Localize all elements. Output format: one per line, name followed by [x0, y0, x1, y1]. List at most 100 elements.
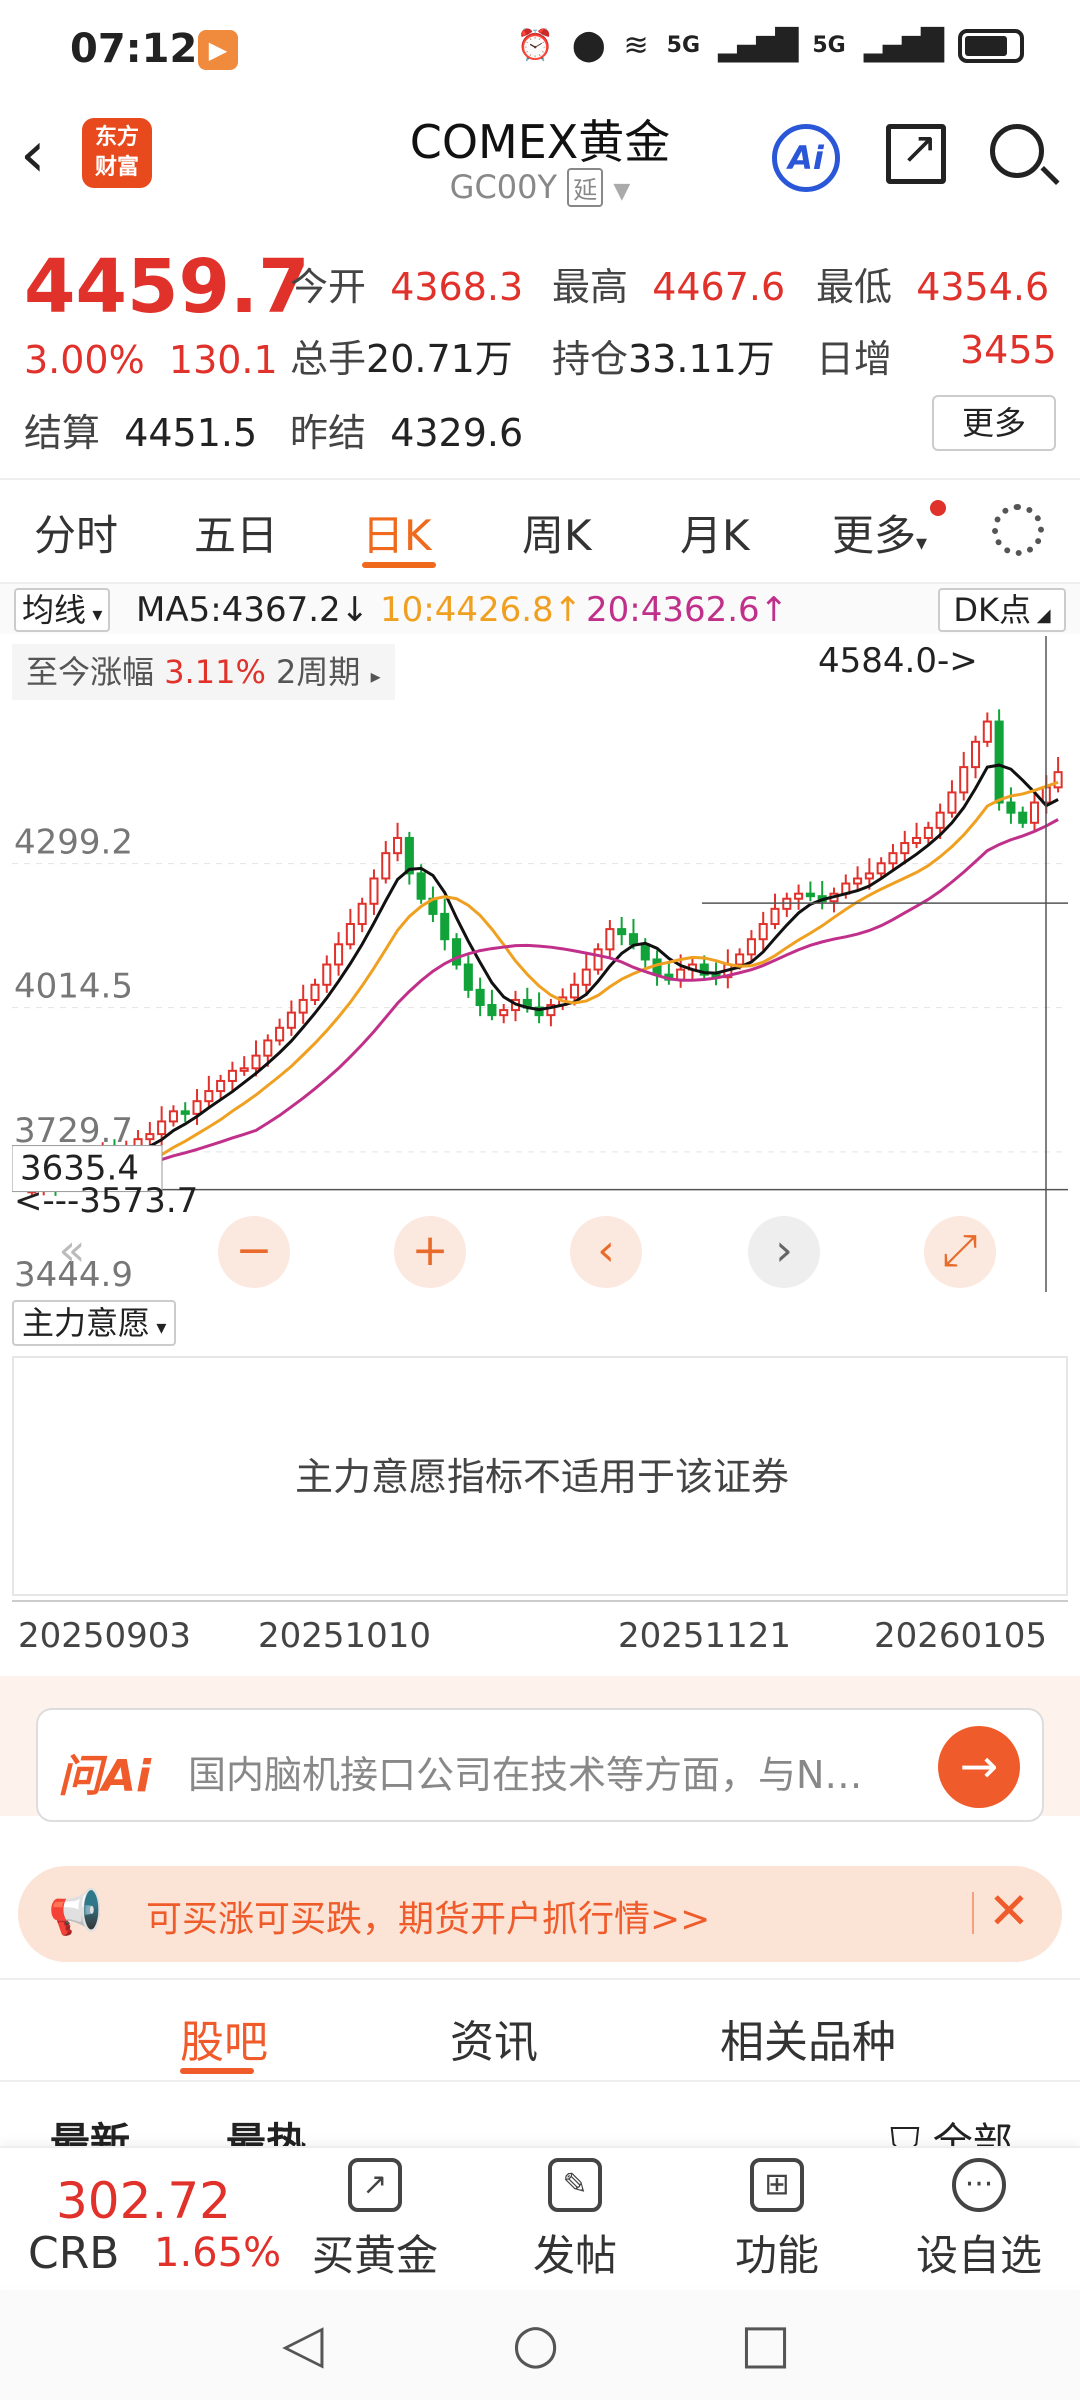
candle-body — [251, 1054, 261, 1070]
zoom-in-button[interactable]: + — [394, 1216, 466, 1288]
candle-body — [451, 938, 462, 966]
quote-low: 最低 4354.6 — [816, 265, 1050, 309]
nav-back-icon[interactable]: ◁ — [282, 2312, 324, 2375]
candle-body — [180, 1110, 190, 1115]
alarm-icon: ⏰ — [516, 28, 554, 63]
candle-body — [345, 923, 355, 946]
range-change-box[interactable]: 至今涨幅 3.11% 2周期 ▸ — [12, 644, 395, 700]
indicator-selector[interactable]: 主力意愿 ▾ — [12, 1300, 177, 1346]
sort-hot[interactable]: 最热 — [226, 2110, 306, 2146]
candle-body — [275, 1026, 285, 1042]
indicator-panel: 主力意愿指标不适用于该证券 — [12, 1356, 1068, 1596]
scroll-left-button[interactable]: ‹ — [570, 1216, 642, 1288]
delay-tag: 延 — [567, 168, 604, 207]
y-tick-label: 4299.2 — [14, 823, 133, 863]
candle-body — [617, 928, 627, 936]
candle-body — [982, 720, 992, 743]
candle-body — [168, 1110, 178, 1123]
ask-ai-input[interactable]: 问Ai 国内脑机接口公司在技术等方面，与N… → — [36, 1708, 1044, 1822]
active-tab-indicator — [362, 562, 436, 568]
min-price-label: <---3573.7 — [14, 1181, 198, 1221]
candle-body — [994, 720, 1004, 804]
candle-body — [853, 877, 863, 885]
tab-related[interactable]: 相关品种 — [720, 2006, 896, 2070]
search-icon[interactable] — [990, 124, 1044, 178]
chart-period-tabs: 分时 五日 日K 周K 月K 更多▾ — [0, 478, 1080, 578]
community-tabs: 股吧 资讯 相关品种 — [0, 1978, 1080, 2082]
candle-body — [569, 983, 580, 999]
system-navigation: ◁ ○ □ — [0, 2290, 1080, 2400]
candle-body — [298, 998, 308, 1014]
nav-home-icon[interactable]: ○ — [512, 2312, 559, 2375]
tab-weekly-k[interactable]: 周K — [522, 502, 592, 563]
watchlist-button[interactable]: ··· 设自选 — [904, 2158, 1054, 2283]
megaphone-icon: 📢 — [48, 1887, 103, 1938]
app-header: ‹ 东方 财富 COMEX黄金 GC00Y 延 ▼ Ai — [0, 96, 1080, 226]
signal-bars-icon: ▂▄▆█ — [863, 28, 944, 63]
candle-body — [746, 938, 756, 956]
functions-button[interactable]: ⊞ 功能 — [702, 2158, 852, 2283]
candle-body — [145, 1133, 155, 1141]
close-icon[interactable]: ✕ — [988, 1882, 1030, 1940]
gear-icon[interactable] — [992, 504, 1044, 556]
candlestick-chart[interactable]: 4299.24014.53729.73444.93635.44584.0-><-… — [12, 636, 1068, 1292]
post-button[interactable]: ✎ 发帖 — [500, 2158, 650, 2283]
candle-body — [864, 872, 874, 880]
location-icon: ⬤ — [571, 28, 606, 63]
candle-body — [1018, 811, 1028, 824]
candle-body — [970, 740, 981, 769]
5g-signal-icon: 5G — [666, 33, 701, 58]
grid-icon: ⊞ — [750, 2158, 804, 2212]
nav-recent-icon[interactable]: □ — [740, 2312, 791, 2375]
max-price-label: 4584.0-> — [818, 641, 978, 681]
tab-news[interactable]: 资讯 — [450, 2006, 538, 2070]
buy-gold-button[interactable]: ↗ 买黄金 — [300, 2158, 450, 2283]
dk-point-button[interactable]: DK点 ◢ — [938, 588, 1066, 632]
share-icon[interactable] — [886, 123, 946, 184]
candle-body — [216, 1079, 226, 1093]
candle-body — [935, 811, 945, 829]
tab-five-day[interactable]: 五日 — [194, 502, 278, 563]
quote-prev-settle: 昨结 4329.6 — [290, 411, 524, 455]
crb-value[interactable]: 302.72 — [56, 2172, 231, 2230]
date-label: 20251010 — [258, 1616, 432, 1656]
ma-selector[interactable]: 均线 ▾ — [14, 588, 111, 632]
candle-body — [334, 943, 344, 966]
more-quote-button[interactable]: 更多 — [932, 395, 1056, 451]
ask-ai-section: 问Ai 国内脑机接口公司在技术等方面，与N… → — [0, 1676, 1080, 1822]
indicator-message: 主力意愿指标不适用于该证券 — [294, 1455, 789, 1499]
tab-forum[interactable]: 股吧 — [180, 2006, 268, 2070]
candle-body — [758, 923, 768, 941]
crb-change[interactable]: 1.65% — [154, 2230, 281, 2276]
rewind-icon[interactable]: « — [36, 1216, 108, 1288]
candle-body — [912, 836, 922, 845]
candle-body — [1006, 801, 1016, 814]
quote-volume: 总手20.71万 — [290, 337, 513, 381]
fullscreen-icon[interactable]: ⤢ — [924, 1216, 996, 1288]
ask-ai-submit-button[interactable]: → — [938, 1726, 1020, 1808]
candle-body — [157, 1120, 167, 1136]
chart-icon: ↗ — [348, 2158, 402, 2212]
tab-daily-k[interactable]: 日K — [362, 502, 432, 563]
candle-body — [900, 842, 910, 855]
crb-name[interactable]: CRB — [28, 2228, 119, 2279]
sort-latest[interactable]: 最新 — [50, 2110, 130, 2146]
filter-all[interactable]: ⛉ 全部 — [890, 2110, 1013, 2146]
promo-banner[interactable]: 📢 可买涨可买跌，期货开户抓行情>> ✕ — [18, 1866, 1062, 1962]
promo-text[interactable]: 可买涨可买跌，期货开户抓行情>> — [146, 1890, 710, 1942]
candle-body — [770, 907, 780, 926]
ai-button[interactable]: Ai — [772, 124, 840, 192]
status-time: 07:12 — [70, 26, 198, 72]
scroll-right-button[interactable]: › — [748, 1216, 820, 1288]
candle-body — [947, 791, 957, 814]
zoom-out-button[interactable]: − — [218, 1216, 290, 1288]
sort-row: 最新 最热 ⛉ 全部 — [0, 2086, 1080, 2146]
status-bar: 07:12 ▶ ⏰ ⬤ ≋ 5G ▂▄▆█ 5G ▂▄▆█ — [0, 0, 1080, 96]
tab-monthly-k[interactable]: 月K — [680, 502, 750, 563]
ask-ai-logo: 问Ai — [58, 1751, 152, 1802]
tab-more[interactable]: 更多▾ — [832, 502, 927, 563]
ma20-line — [31, 818, 1059, 1189]
candle-body — [393, 836, 403, 855]
tab-intraday[interactable]: 分时 — [34, 502, 118, 563]
candle-body — [593, 948, 603, 971]
